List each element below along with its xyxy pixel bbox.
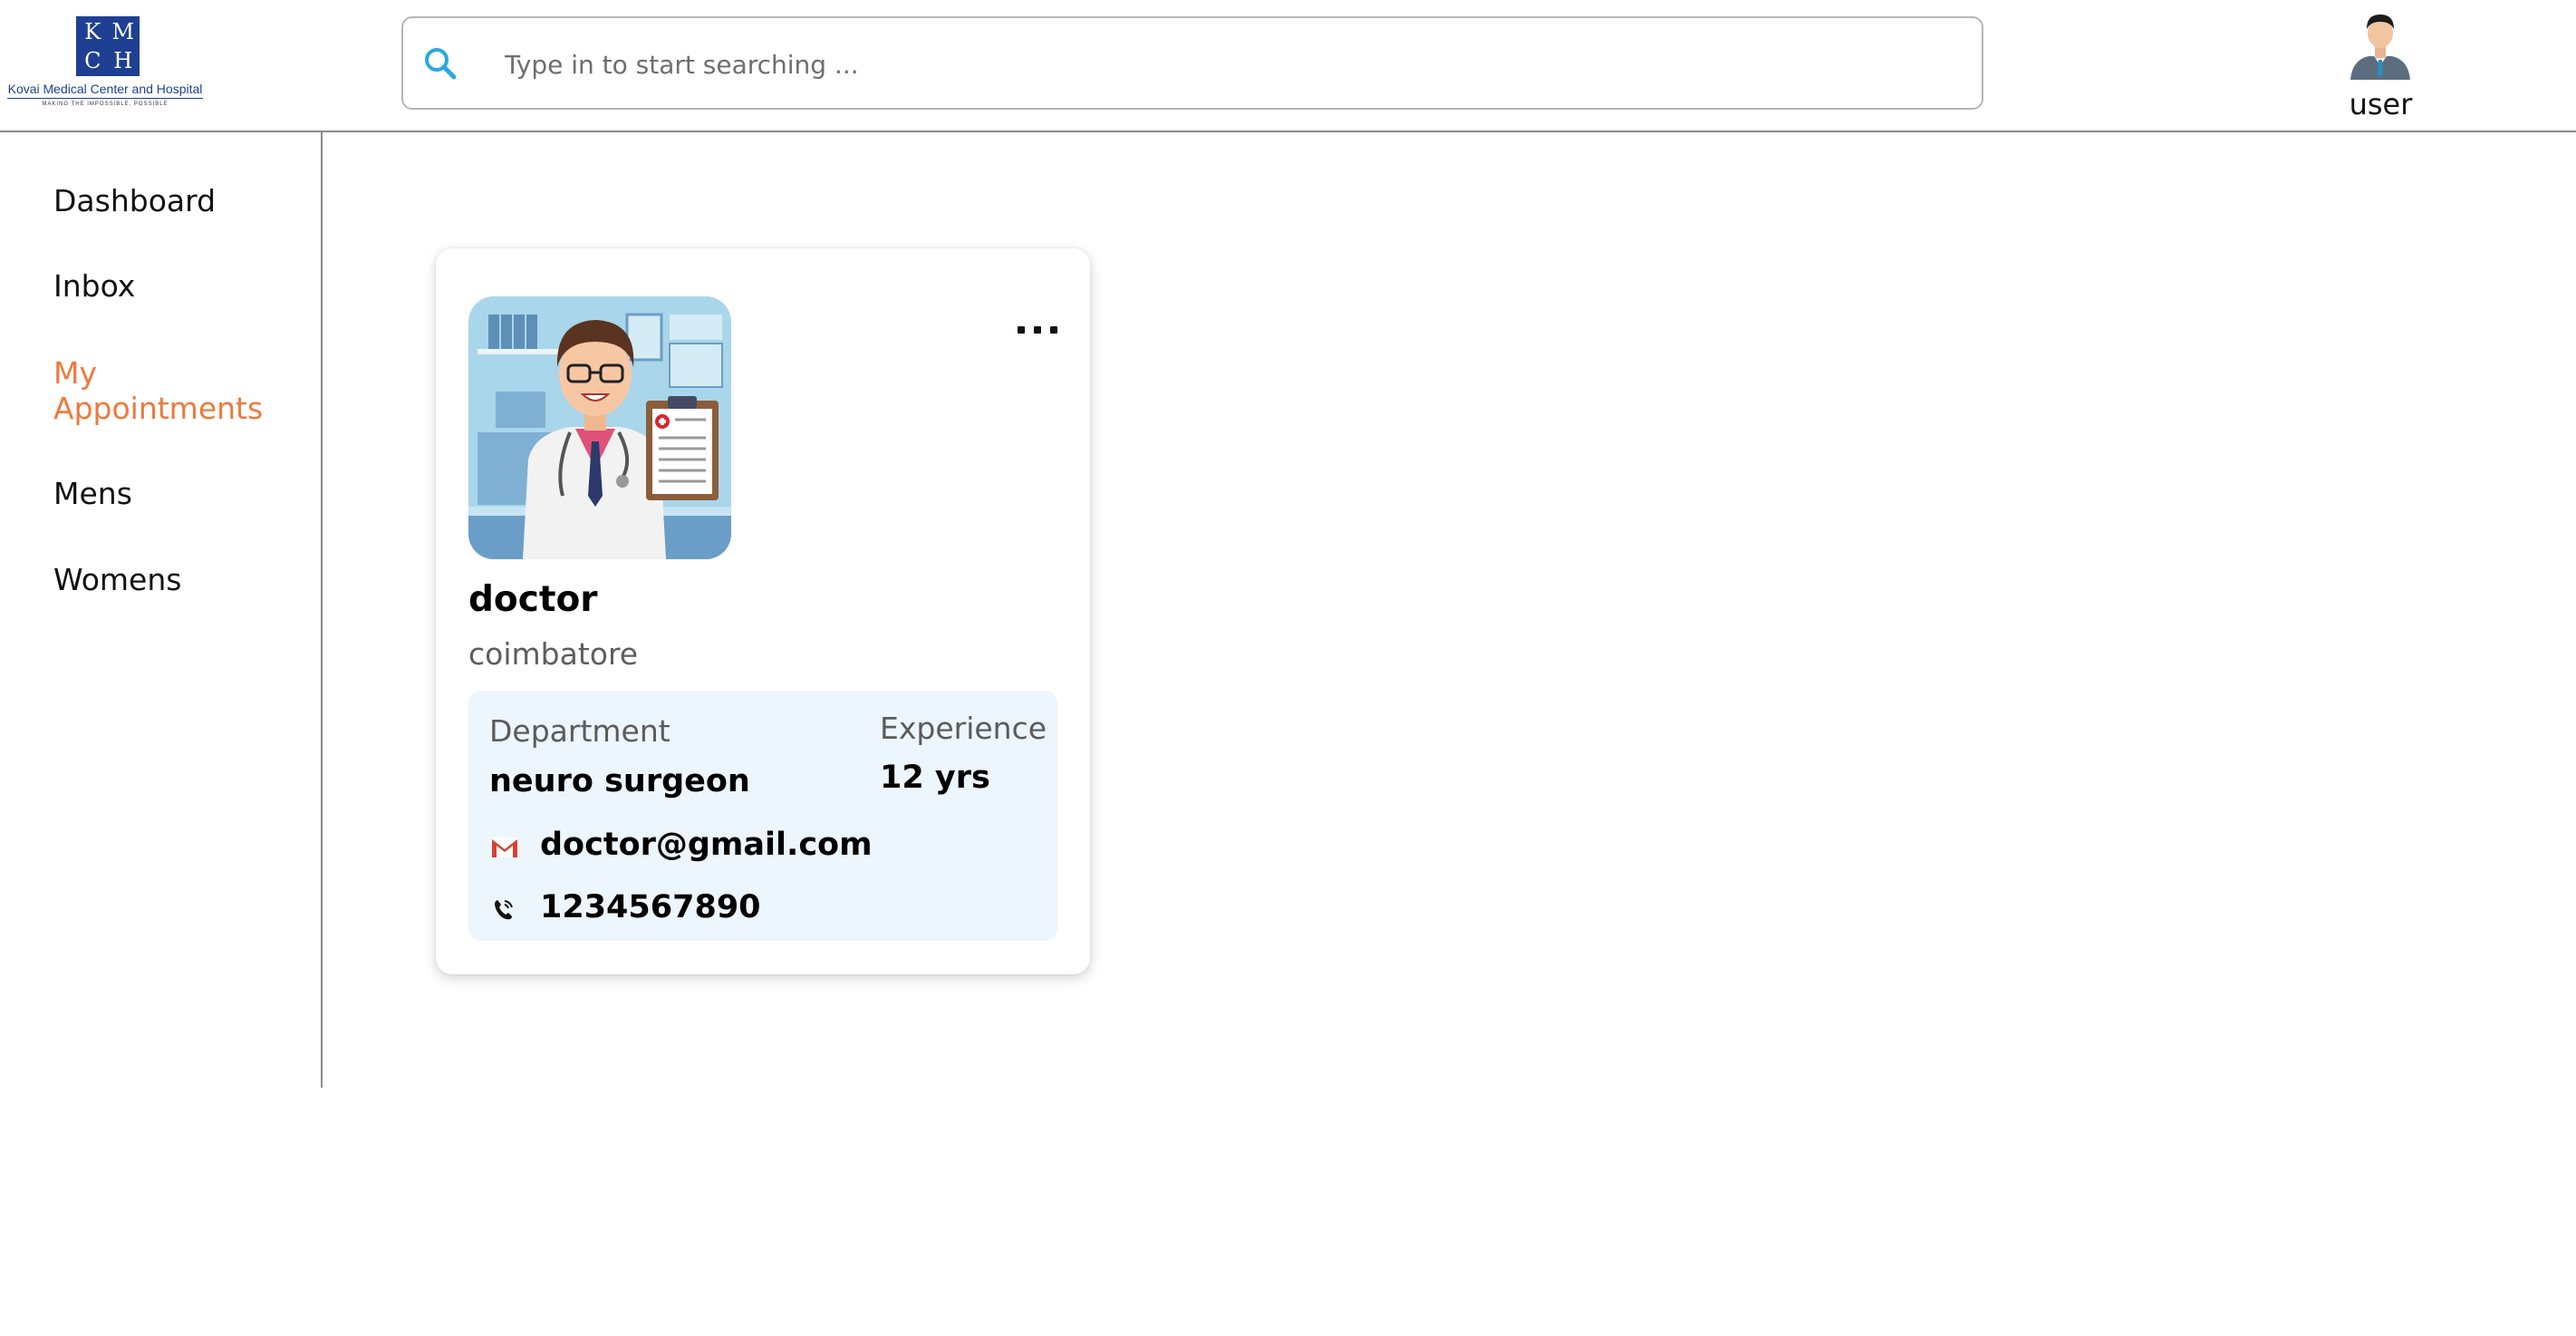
doctor-info-panel: Department neuro surgeon Experience 12 y… bbox=[468, 691, 1057, 941]
sidebar-item-mens[interactable]: Mens bbox=[53, 476, 316, 511]
experience-value: 12 yrs bbox=[880, 760, 990, 796]
doctor-card[interactable]: doctor coimbatore Department neuro surge… bbox=[436, 248, 1090, 974]
gmail-icon bbox=[491, 837, 518, 857]
logo-letter: H bbox=[113, 47, 133, 73]
search-bar bbox=[401, 16, 1983, 110]
sidebar: Dashboard Inbox My Appointments Mens Wom… bbox=[0, 132, 323, 1088]
logo-mark: K M C H bbox=[76, 16, 140, 76]
sidebar-item-inbox[interactable]: Inbox bbox=[53, 268, 316, 304]
logo-hospital-name: Kovai Medical Center and Hospital bbox=[7, 82, 203, 99]
sidebar-item-my-appointments[interactable]: My Appointments bbox=[53, 355, 289, 426]
more-options-icon[interactable] bbox=[996, 308, 1068, 348]
logo-letter: K bbox=[84, 19, 101, 45]
search-input[interactable] bbox=[503, 36, 1956, 92]
department-label: Department bbox=[489, 713, 671, 749]
hospital-logo[interactable]: K M C H Kovai Medical Center and Hospita… bbox=[7, 16, 203, 111]
logo-tagline: MAKING THE IMPOSSIBLE, POSSIBLE bbox=[42, 102, 169, 107]
user-profile[interactable]: user bbox=[2329, 9, 2433, 123]
doctor-phone[interactable]: 1234567890 bbox=[540, 889, 761, 925]
top-header: K M C H Kovai Medical Center and Hospita… bbox=[0, 0, 2576, 132]
doctor-location: coimbatore bbox=[468, 636, 639, 672]
doctor-email[interactable]: doctor@gmail.com bbox=[540, 827, 873, 863]
experience-label: Experience bbox=[880, 711, 1047, 746]
search-icon[interactable] bbox=[420, 43, 461, 84]
user-label: user bbox=[2349, 87, 2413, 121]
sidebar-item-womens[interactable]: Womens bbox=[53, 562, 316, 597]
doctor-name: doctor bbox=[468, 579, 598, 620]
department-value: neuro surgeon bbox=[489, 763, 750, 799]
logo-letter: C bbox=[84, 47, 101, 73]
sidebar-item-dashboard[interactable]: Dashboard bbox=[53, 183, 316, 218]
phone-icon bbox=[495, 900, 513, 920]
user-avatar-icon[interactable] bbox=[2347, 9, 2414, 80]
doctor-avatar bbox=[468, 296, 731, 559]
logo-letter: M bbox=[111, 19, 135, 45]
